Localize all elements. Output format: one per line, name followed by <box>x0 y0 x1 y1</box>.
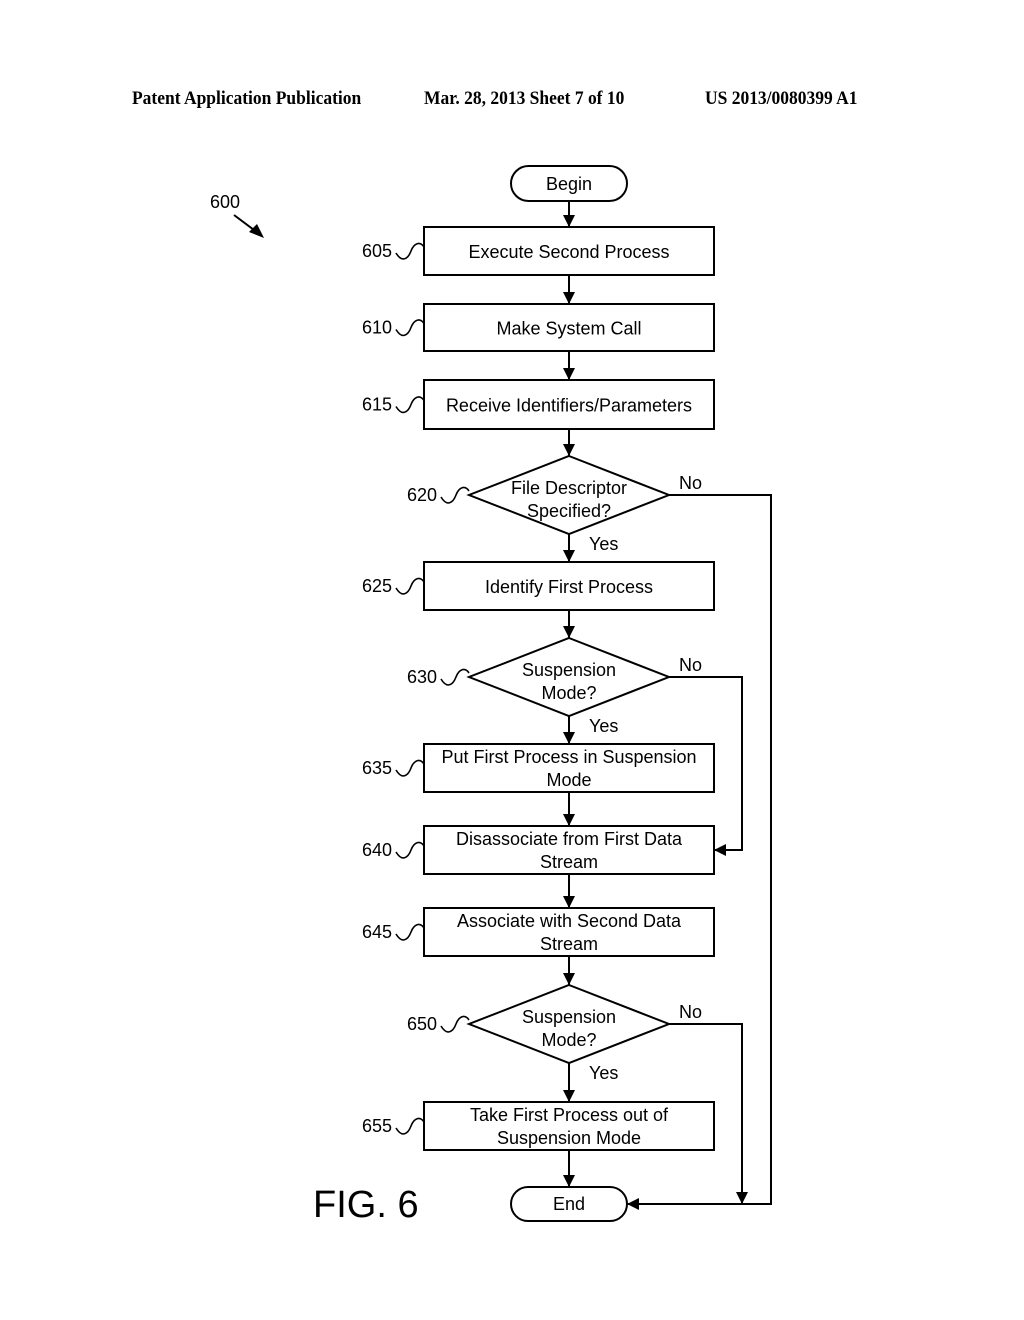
end-label: End <box>553 1194 585 1214</box>
yes-label-650: Yes <box>589 1063 618 1083</box>
begin-terminal: Begin <box>510 165 628 202</box>
yes-label-620: Yes <box>589 534 618 554</box>
step-text-line: Take First Process out of <box>470 1105 669 1125</box>
step-number-615: 615 <box>362 395 392 415</box>
no-label-620: No <box>679 473 702 493</box>
step-number-635: 635 <box>362 758 392 778</box>
leader-squiggle-605 <box>395 242 425 260</box>
decision-text-line: Suspension <box>522 660 616 680</box>
leader-squiggle-625 <box>395 577 425 595</box>
step-number-605: 605 <box>362 241 392 261</box>
leader-squiggle-620 <box>440 486 470 504</box>
yes-label-630: Yes <box>589 716 618 736</box>
decision-text-line: Mode? <box>541 683 596 703</box>
figure-label: FIG. 6 <box>313 1184 419 1226</box>
flowchart-diagram: 600 FIG. 6 Begin End Execute Second Proc… <box>210 165 772 1226</box>
step-text-line: Associate with Second Data <box>457 911 682 931</box>
leader-squiggle-630 <box>440 668 470 686</box>
step-text-line: Make System Call <box>496 319 641 339</box>
decision-text-line: File Descriptor <box>511 478 627 498</box>
decision-630: Suspension Mode? Yes No <box>466 636 702 736</box>
leader-squiggle-650 <box>440 1015 470 1033</box>
step-number-630: 630 <box>407 667 437 687</box>
step-number-610: 610 <box>362 318 392 338</box>
step-number-655: 655 <box>362 1116 392 1136</box>
step-number-625: 625 <box>362 576 392 596</box>
no-label-650: No <box>679 1002 702 1022</box>
step-text-line: Receive Identifiers/Parameters <box>446 396 692 416</box>
decision-650: Suspension Mode? Yes No <box>466 983 702 1083</box>
process-625: Identify First Process <box>423 561 715 611</box>
step-text-line: Disassociate from First Data <box>456 829 683 849</box>
process-615: Receive Identifiers/Parameters <box>423 379 715 430</box>
decision-text-line: Mode? <box>541 1030 596 1050</box>
leader-squiggle-610 <box>395 319 425 337</box>
decision-620: File Descriptor Specified? Yes No <box>466 454 702 554</box>
step-text-line: Put First Process in Suspension <box>441 747 696 767</box>
step-text-line: Mode <box>546 770 591 790</box>
reference-arrow-head <box>249 224 264 238</box>
step-text-line: Suspension Mode <box>497 1128 641 1148</box>
process-610: Make System Call <box>423 303 715 352</box>
begin-label: Begin <box>546 174 592 194</box>
step-number-620: 620 <box>407 485 437 505</box>
leader-squiggle-645 <box>395 923 425 941</box>
step-number-650: 650 <box>407 1014 437 1034</box>
decision-text-line: Specified? <box>527 501 611 521</box>
process-605: Execute Second Process <box>423 226 715 276</box>
leader-squiggle-640 <box>395 841 425 859</box>
process-635: Put First Process in Suspension Mode <box>423 743 715 793</box>
process-645: Associate with Second Data Stream <box>423 907 715 957</box>
leader-squiggle-635 <box>395 759 425 777</box>
step-number-640: 640 <box>362 840 392 860</box>
leader-squiggle-615 <box>395 396 425 414</box>
process-655: Take First Process out of Suspension Mode <box>423 1101 715 1151</box>
no-label-630: No <box>679 655 702 675</box>
end-terminal: End <box>510 1186 628 1222</box>
leader-squiggle-655 <box>395 1117 425 1135</box>
step-text-line: Stream <box>540 852 598 872</box>
step-text-line: Stream <box>540 934 598 954</box>
step-text-line: Execute Second Process <box>468 242 669 262</box>
step-text-line: Identify First Process <box>485 577 653 597</box>
step-number-645: 645 <box>362 922 392 942</box>
figure-reference-number: 600 <box>210 192 240 212</box>
decision-text-line: Suspension <box>522 1007 616 1027</box>
process-640: Disassociate from First Data Stream <box>423 825 715 875</box>
